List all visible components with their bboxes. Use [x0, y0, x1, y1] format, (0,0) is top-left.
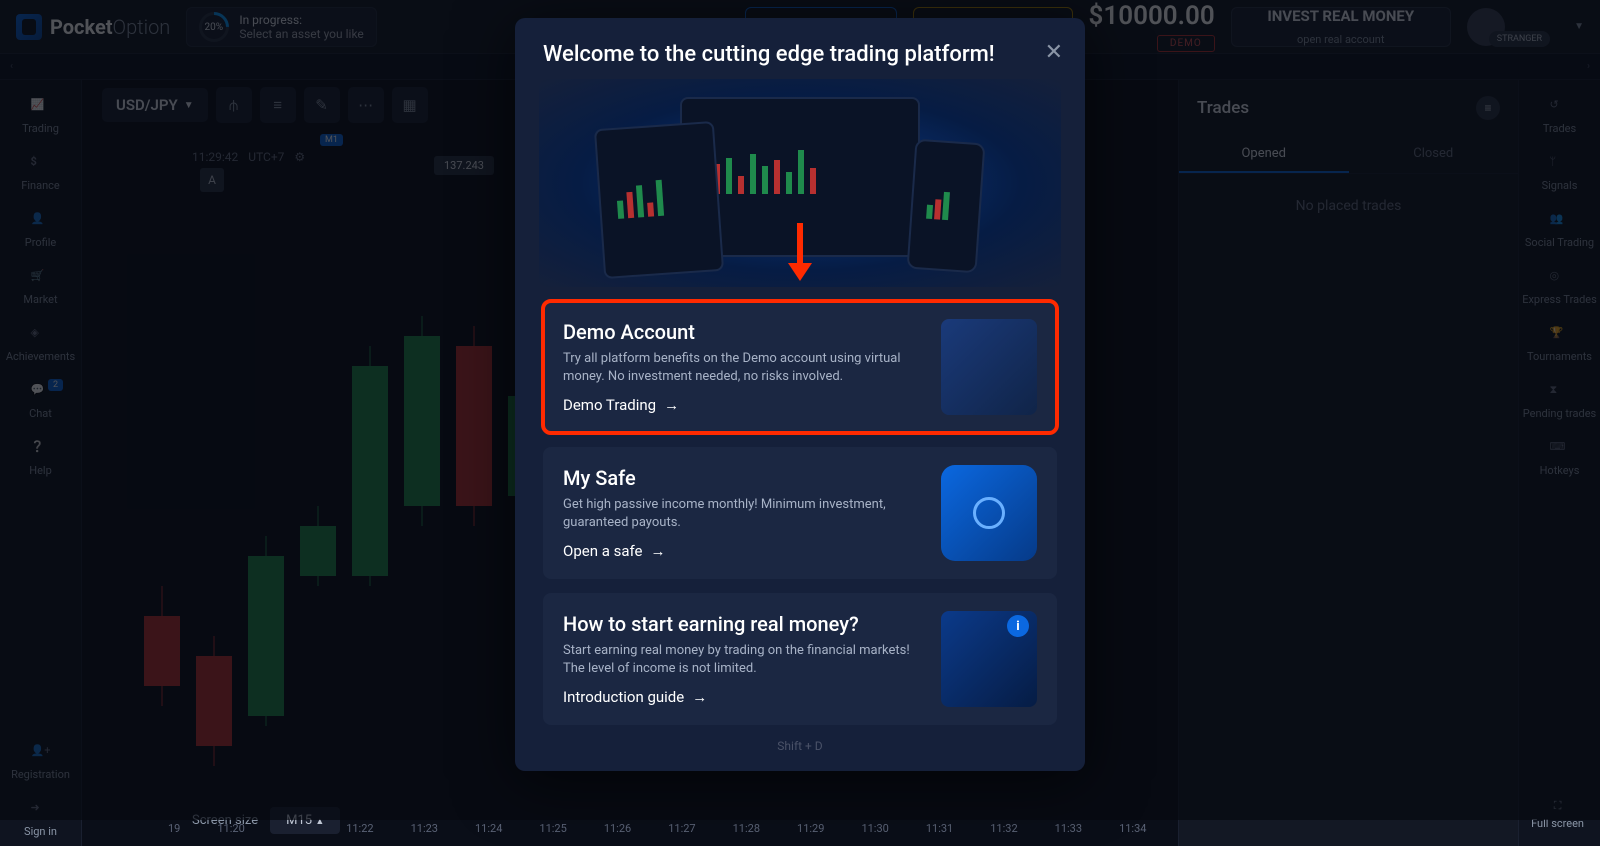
arrow-down-icon [788, 263, 812, 293]
x-tick: 11:27 [668, 822, 695, 846]
card-title: My Safe [563, 466, 925, 490]
x-tick: 11:34 [1119, 822, 1146, 846]
card-my-safe[interactable]: My Safe Get high passive income monthly!… [543, 447, 1057, 579]
x-tick: 11:33 [1055, 822, 1082, 846]
welcome-modal: ✕ Welcome to the cutting edge trading pl… [515, 18, 1085, 771]
x-tick: 11:31 [926, 822, 953, 846]
modal-title: Welcome to the cutting edge trading plat… [543, 42, 1057, 67]
x-tick: 11:29 [797, 822, 824, 846]
x-tick: 11:32 [990, 822, 1017, 846]
card-title: How to start earning real money? [563, 612, 925, 636]
close-icon[interactable]: ✕ [1045, 40, 1063, 65]
x-tick: 11:23 [411, 822, 438, 846]
x-tick: 11:25 [539, 822, 566, 846]
keyboard-hint: Shift + D [543, 739, 1057, 753]
card-demo-account[interactable]: Demo Account Try all platform benefits o… [543, 301, 1057, 433]
card-body: Get high passive income monthly! Minimum… [563, 496, 925, 532]
x-tick: 11:26 [604, 822, 631, 846]
card-cta: Open a safe→ [563, 542, 925, 560]
arrow-right-icon: → [692, 688, 707, 706]
arrow-right-icon: → [650, 542, 665, 560]
demo-illustration [941, 319, 1037, 415]
card-body: Try all platform benefits on the Demo ac… [563, 350, 925, 386]
x-tick: 11:22 [346, 822, 373, 846]
x-tick: 11:28 [733, 822, 760, 846]
card-cta: Demo Trading→ [563, 396, 925, 414]
card-body: Start earning real money by trading on t… [563, 642, 925, 678]
card-title: Demo Account [563, 320, 925, 344]
guide-illustration [941, 611, 1037, 707]
x-tick: 11:24 [475, 822, 502, 846]
x-tick: 19 [168, 822, 180, 846]
card-how-to-earn[interactable]: How to start earning real money? Start e… [543, 593, 1057, 725]
safe-illustration [941, 465, 1037, 561]
arrow-right-icon: → [664, 396, 679, 414]
card-cta: Introduction guide→ [563, 688, 925, 706]
hero-illustration [539, 79, 1061, 287]
x-tick: 11:30 [861, 822, 888, 846]
